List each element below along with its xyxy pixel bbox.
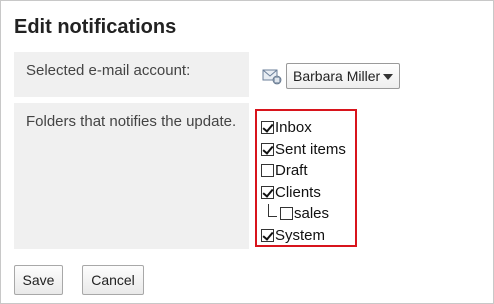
folder-name: Clients (275, 183, 321, 201)
folder-name: Draft (275, 162, 308, 180)
account-selector: Barbara Miller (262, 63, 400, 89)
folder-item-draft[interactable]: Draft (261, 160, 355, 182)
folder-checkbox[interactable] (261, 185, 274, 199)
tree-connector-icon (268, 204, 277, 218)
page-title: Edit notifications (14, 16, 177, 38)
edit-notifications-panel: Edit notifications Selected e-mail accou… (0, 0, 494, 304)
account-dropdown[interactable]: Barbara Miller (286, 63, 400, 89)
folder-item-inbox[interactable]: Inbox (261, 117, 355, 139)
folder-checkbox[interactable] (261, 228, 274, 242)
folder-name: Sent items (275, 140, 346, 158)
folder-checkbox[interactable] (280, 207, 293, 221)
folder-item-sales[interactable]: sales (261, 203, 355, 225)
cancel-button[interactable]: Cancel (82, 265, 144, 295)
account-label: Selected e-mail account: (14, 52, 249, 97)
folder-item-clients[interactable]: Clients (261, 182, 355, 204)
chevron-down-icon (383, 74, 393, 80)
folders-label: Folders that notifies the update. (14, 103, 249, 249)
folder-checkbox[interactable] (261, 164, 274, 178)
save-button[interactable]: Save (14, 265, 63, 295)
account-dropdown-value: Barbara Miller (293, 68, 381, 84)
folder-name: sales (294, 205, 330, 223)
folder-checkbox[interactable] (261, 142, 274, 156)
folder-checkbox-list: Inbox Sent items Draft Clients sales System (255, 109, 357, 247)
folder-name: Inbox (275, 119, 312, 137)
mail-account-icon (262, 69, 282, 85)
account-label-text: Selected e-mail account: (26, 62, 191, 79)
folder-item-sent-items[interactable]: Sent items (261, 139, 355, 161)
folder-name: System (275, 226, 326, 244)
folder-item-system[interactable]: System (261, 225, 355, 247)
folder-checkbox[interactable] (261, 121, 274, 135)
folders-label-text: Folders that notifies the update. (26, 113, 237, 130)
